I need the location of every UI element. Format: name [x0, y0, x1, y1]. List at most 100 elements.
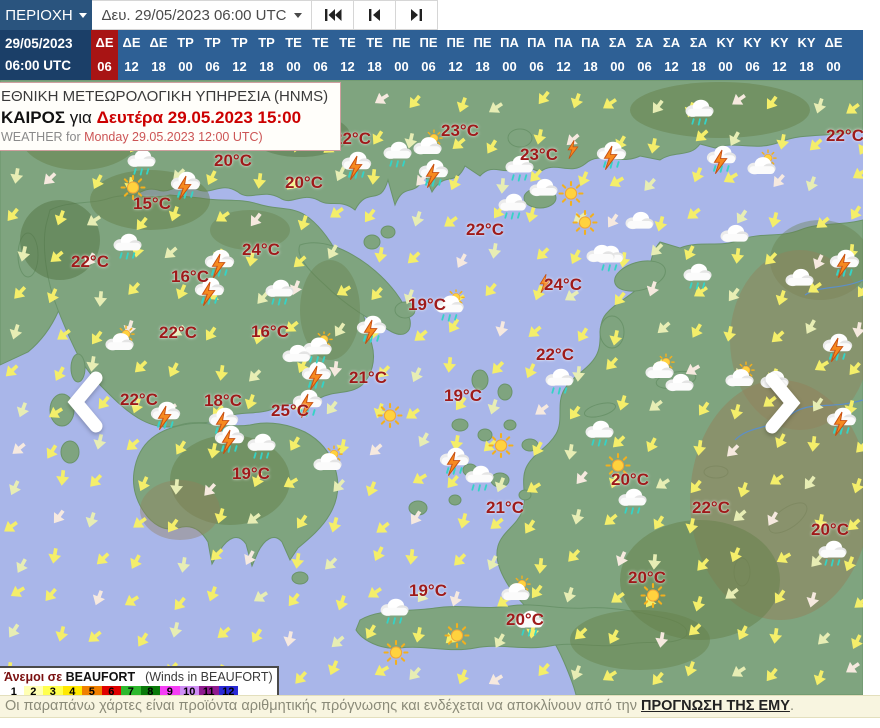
timestep-column[interactable]: ΤΕ 18 [361, 30, 388, 80]
timestep-column[interactable]: ΔΕ 00 [820, 30, 847, 80]
timestep-day: ΤΡ [231, 35, 248, 50]
timestep-day: ΠΕ [473, 35, 492, 50]
datetime-dropdown-button[interactable]: Δευ. 29/05/2023 06:00 UTC [92, 0, 312, 30]
temperature-label: 20°C [628, 568, 666, 587]
timestep-hour: 18 [691, 59, 706, 74]
timestep-column[interactable]: ΔΕ 18 [145, 30, 172, 80]
legend-beaufort-cell: 5 [82, 686, 102, 695]
beaufort-legend: Άνεμοι σε BEAUFORT (Winds in BEAUFORT) 12… [0, 666, 279, 695]
temperature-label: 20°C [611, 470, 649, 489]
timestep-day: ΤΕ [312, 35, 329, 50]
temperature-label: 20°C [285, 173, 323, 192]
timestep-column[interactable]: ΤΕ 06 [307, 30, 334, 80]
temperature-label: 20°C [214, 151, 252, 170]
timestep-hour: 12 [448, 59, 463, 74]
temperature-label: 21°C [349, 368, 387, 387]
first-timestep-button[interactable] [312, 0, 354, 30]
timestep-column[interactable]: ΤΡ 00 [172, 30, 199, 80]
chevron-right-icon [765, 372, 801, 434]
timestep-column[interactable]: ΠΑ 00 [496, 30, 523, 80]
timestep-hour: 18 [799, 59, 814, 74]
step-back-icon [369, 9, 380, 21]
timestep-column[interactable]: ΠΕ 12 [442, 30, 469, 80]
timestep-column[interactable]: ΣΑ 00 [604, 30, 631, 80]
timestep-hour: 00 [394, 59, 409, 74]
timestep-column[interactable]: ΣΑ 06 [631, 30, 658, 80]
timestep-day: ΤΡ [177, 35, 194, 50]
timestep-column[interactable]: ΠΑ 12 [550, 30, 577, 80]
temperature-label: 22°C [71, 252, 109, 271]
previous-timestep-button[interactable] [354, 0, 396, 30]
timestep-column[interactable]: ΣΑ 18 [685, 30, 712, 80]
temperature-label: 15°C [133, 194, 171, 213]
service-name: ΕΘΝΙΚΗ ΜΕΤΕΩΡΟΛΟΓΙΚΗ ΥΠΗΡΕΣΙΑ (HNMS) [1, 88, 329, 105]
disclaimer-text: Οι παραπάνω χάρτες είναι προϊόντα αριθμη… [5, 698, 642, 714]
timestep-hour: 06 [205, 59, 220, 74]
timestep-column[interactable]: ΔΕ 12 [118, 30, 145, 80]
emy-forecast-link[interactable]: ΠΡΟΓΝΩΣΗ ΤΗΣ ΕΜΥ [641, 698, 790, 714]
map-previous-button[interactable] [62, 370, 108, 434]
temperature-label: 22°C [120, 390, 158, 409]
temperature-label: 19°C [408, 295, 446, 314]
timestep-hour: 00 [286, 59, 301, 74]
legend-beaufort-cell: 3 [43, 686, 63, 695]
timestep-hour: 06 [637, 59, 652, 74]
temperature-label: 22°C [466, 220, 504, 239]
timestep-hour: 18 [367, 59, 382, 74]
timestep-day: ΠΑ [581, 35, 600, 50]
step-forward-icon [411, 9, 422, 21]
temperature-label: 20°C [506, 610, 544, 629]
map-next-button[interactable] [760, 371, 806, 435]
timestep-column[interactable]: ΠΑ 18 [577, 30, 604, 80]
timestep-column[interactable]: ΤΡ 06 [199, 30, 226, 80]
timestep-hour: 00 [718, 59, 733, 74]
forecast-map: 20°C 22°C 23°C 23°C 22°C 20°C 15°C 24°C 22°C 16°C… [0, 80, 863, 695]
timestep-column[interactable]: ΤΡ 18 [253, 30, 280, 80]
timestep-hour: 12 [664, 59, 679, 74]
timestep-column[interactable]: ΠΕ 00 [388, 30, 415, 80]
legend-color-scale: 1 2 3 4 5 6 7 8 9 10 11 12 [4, 686, 273, 695]
legend-beaufort-cell: 4 [62, 686, 82, 695]
timestep-column[interactable]: ΤΕ 12 [334, 30, 361, 80]
chevron-down-icon [78, 12, 87, 18]
timestep-day: ΣΑ [608, 35, 627, 50]
legend-beaufort-cell: 12 [218, 686, 238, 695]
timestep-day: ΤΡ [258, 35, 275, 50]
timestep-column[interactable]: ΤΕ 00 [280, 30, 307, 80]
timestep-column[interactable]: ΚΥ 06 [739, 30, 766, 80]
legend-beaufort-cell: 10 [179, 686, 199, 695]
timestep-day: ΔΕ [122, 35, 141, 50]
timestep-hour: 06 [421, 59, 436, 74]
timestep-column[interactable]: ΔΕ 06 [91, 30, 118, 80]
timestep-column[interactable]: ΠΕ 06 [415, 30, 442, 80]
temperature-label: 20°C [811, 520, 849, 539]
datetime-dropdown-label: Δευ. 29/05/2023 06:00 UTC [101, 6, 287, 24]
timestep-hour: 12 [556, 59, 571, 74]
temperature-label: 16°C [251, 322, 289, 341]
temperature-label: 23°C [441, 121, 479, 140]
timestep-column[interactable]: ΚΥ 18 [793, 30, 820, 80]
timestep-day: ΠΑ [500, 35, 519, 50]
temperature-label: 22°C [826, 126, 863, 145]
current-time: 06:00 UTC [5, 58, 72, 73]
map-title-box: ΕΘΝΙΚΗ ΜΕΤΕΩΡΟΛΟΓΙΚΗ ΥΠΗΡΕΣΙΑ (HNMS) ΚΑΙ… [0, 82, 342, 151]
timestep-column[interactable]: ΠΑ 06 [523, 30, 550, 80]
timestep-hour: 06 [313, 59, 328, 74]
timestep-column[interactable]: ΚΥ 00 [712, 30, 739, 80]
temperature-label: 18°C [204, 391, 242, 410]
temperature-label: 16°C [171, 267, 209, 286]
timestep-hour: 00 [502, 59, 517, 74]
legend-beaufort-cell: 8 [140, 686, 160, 695]
timestep-column[interactable]: ΚΥ 12 [766, 30, 793, 80]
region-dropdown-button[interactable]: ΠΕΡΙΟΧΗ [0, 0, 92, 30]
timestep-day: ΚΥ [797, 35, 816, 50]
timestep-column[interactable]: ΣΑ 12 [658, 30, 685, 80]
legend-beaufort-cell: 1 [4, 686, 24, 695]
temperature-label: 22°C [536, 345, 574, 364]
timestep-day: ΣΑ [635, 35, 654, 50]
timestep-column[interactable]: ΠΕ 18 [469, 30, 496, 80]
next-timestep-button[interactable] [396, 0, 438, 30]
temperature-label: 24°C [544, 275, 582, 294]
timestep-hour: 18 [583, 59, 598, 74]
timestep-column[interactable]: ΤΡ 12 [226, 30, 253, 80]
